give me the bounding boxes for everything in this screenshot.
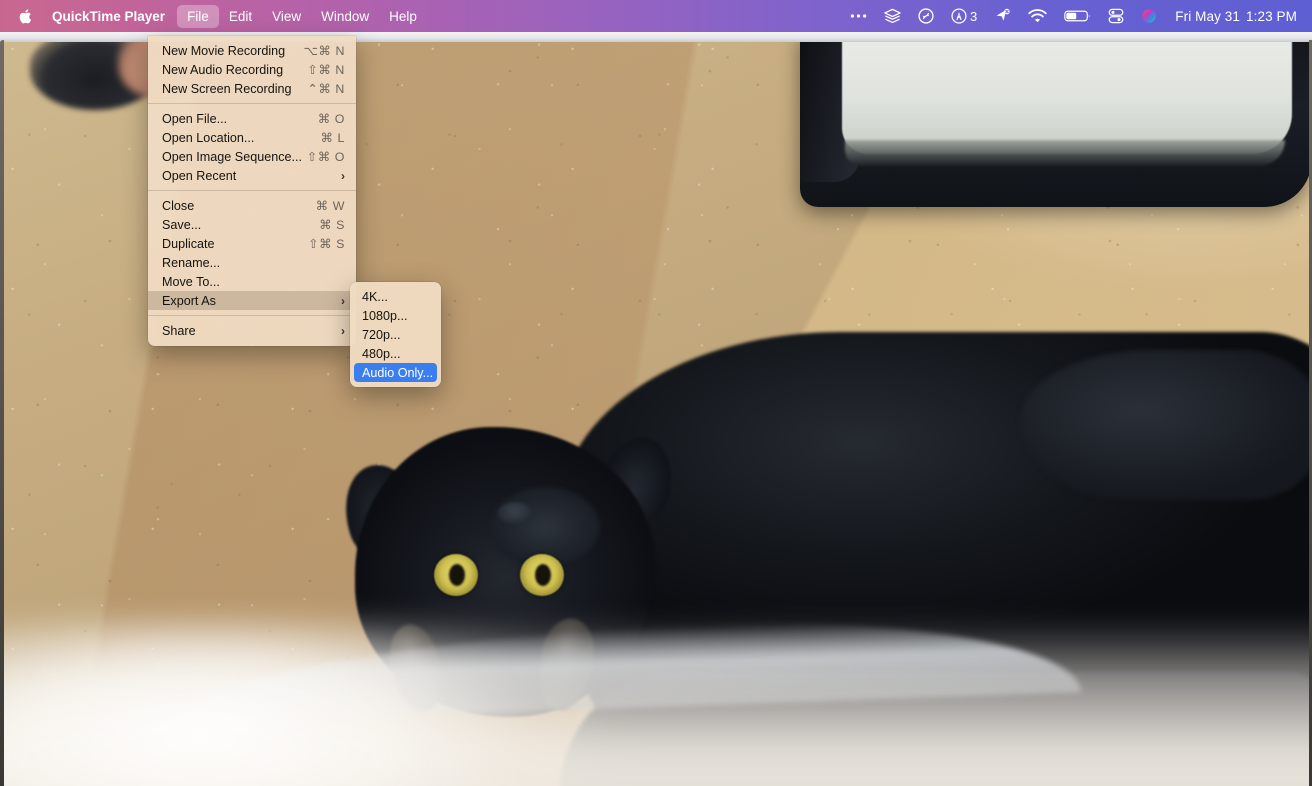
- shazam-icon: [918, 8, 934, 24]
- menu-item-shortcut: ⌥⌘ N: [303, 44, 345, 58]
- control-center-icon: [1108, 8, 1124, 24]
- location-arrow-slash-icon: [996, 8, 1010, 21]
- wifi-icon: [1028, 9, 1047, 23]
- screen: QuickTime Player File Edit View Window H…: [0, 0, 1312, 786]
- menu-item-label: Move To...: [162, 274, 220, 289]
- menu-item-label: Open Image Sequence...: [162, 149, 303, 164]
- submenu-item-label: 720p...: [362, 327, 401, 342]
- menu-item-label: Open Recent: [162, 168, 237, 183]
- menu-item-save[interactable]: Save... ⌘ S: [148, 215, 356, 234]
- menu-item-open-image-sequence[interactable]: Open Image Sequence... ⇧⌘ O: [148, 147, 356, 166]
- submenu-item-label: Audio Only...: [362, 365, 434, 380]
- menu-item-label: Duplicate: [162, 236, 215, 251]
- menu-item-label: New Audio Recording: [162, 62, 284, 77]
- menu-item-label: Rename...: [162, 255, 221, 270]
- menu-item-new-audio-recording[interactable]: New Audio Recording ⇧⌘ N: [148, 60, 356, 79]
- menu-item-label: Share: [162, 323, 196, 338]
- menu-item-label: Export As: [162, 293, 216, 308]
- menu-item-rename[interactable]: Rename...: [148, 253, 356, 272]
- accessibility-icon: [951, 8, 967, 24]
- accessibility-status-button[interactable]: 3: [944, 0, 984, 32]
- submenu-item-label: 4K...: [362, 289, 388, 304]
- menu-item-new-screen-recording[interactable]: New Screen Recording ⌃⌘ N: [148, 79, 356, 98]
- menu-item-shortcut: ⇧⌘ S: [308, 237, 345, 251]
- menu-item-export-as[interactable]: Export As ›: [148, 291, 356, 310]
- menu-item-open-recent[interactable]: Open Recent ›: [148, 166, 356, 185]
- crate-pad-edge: [845, 140, 1285, 166]
- battery-icon: [1064, 10, 1090, 22]
- crate-fleece-pad: [842, 32, 1292, 154]
- siri-icon: [1142, 9, 1157, 23]
- export-as-submenu: 4K... 1080p... 720p... 480p... Audio Onl…: [350, 282, 441, 387]
- window-border-left: [0, 40, 4, 786]
- menu-item-share[interactable]: Share ›: [148, 321, 356, 340]
- chevron-right-icon: ›: [341, 323, 345, 338]
- blurred-foreground-object: [0, 620, 1312, 786]
- submenu-item-720p[interactable]: 720p...: [350, 325, 441, 344]
- file-dropdown-menu: New Movie Recording ⌥⌘ N New Audio Recor…: [148, 36, 356, 346]
- menu-item-shortcut: ⌃⌘ N: [307, 82, 345, 96]
- chevron-right-icon: ›: [341, 293, 345, 308]
- accessibility-badge-count: 3: [970, 8, 978, 24]
- siri-status-button[interactable]: [1134, 0, 1164, 32]
- submenu-item-label: 1080p...: [362, 308, 408, 323]
- menu-bar-clock[interactable]: Fri May 31 1:23 PM: [1167, 9, 1301, 24]
- layers-stack-icon: [884, 8, 901, 24]
- menu-item-duplicate[interactable]: Duplicate ⇧⌘ S: [148, 234, 356, 253]
- cat-pupil-right: [535, 564, 551, 586]
- menu-title-view[interactable]: View: [262, 5, 311, 28]
- app-menu-quicktime-player[interactable]: QuickTime Player: [44, 5, 177, 28]
- menu-item-label: New Movie Recording: [162, 43, 286, 58]
- menu-separator: [148, 103, 356, 104]
- menu-item-move-to[interactable]: Move To...: [148, 272, 356, 291]
- menu-title-file[interactable]: File: [177, 4, 219, 28]
- menu-item-open-file[interactable]: Open File... ⌘ O: [148, 109, 356, 128]
- menu-item-label: Open Location...: [162, 130, 255, 145]
- stack-status-button[interactable]: [877, 0, 908, 32]
- menu-item-label: Open File...: [162, 111, 228, 126]
- submenu-item-480p[interactable]: 480p...: [350, 344, 441, 363]
- menu-item-label: Close: [162, 198, 195, 213]
- menu-item-new-movie-recording[interactable]: New Movie Recording ⌥⌘ N: [148, 41, 356, 60]
- menu-item-shortcut: ⌘ O: [317, 112, 345, 126]
- control-center-button[interactable]: [1101, 0, 1131, 32]
- submenu-item-1080p[interactable]: 1080p...: [350, 306, 441, 325]
- clock-date: Fri May 31: [1175, 8, 1241, 24]
- ellipsis-icon: [850, 14, 867, 18]
- submenu-item-label: 480p...: [362, 346, 401, 361]
- menu-title-window[interactable]: Window: [311, 5, 379, 28]
- menu-item-shortcut: ⌘ W: [315, 199, 345, 213]
- menu-bar-status-area: 3 Fri May 31 1:23 PM: [843, 0, 1312, 32]
- menu-bar-overflow-button[interactable]: [843, 0, 874, 32]
- battery-status-button[interactable]: [1057, 0, 1098, 32]
- chevron-right-icon: ›: [341, 168, 345, 183]
- menu-item-label: New Screen Recording: [162, 81, 292, 96]
- menu-title-help[interactable]: Help: [379, 5, 427, 28]
- apple-menu-button[interactable]: [6, 0, 44, 32]
- wifi-status-button[interactable]: [1021, 0, 1054, 32]
- menu-separator: [148, 315, 356, 316]
- menu-item-label: Save...: [162, 217, 202, 232]
- menu-item-shortcut: ⇧⌘ O: [306, 150, 345, 164]
- shazam-status-button[interactable]: [911, 0, 941, 32]
- menu-item-close[interactable]: Close ⌘ W: [148, 196, 356, 215]
- cat-nose: [498, 502, 532, 524]
- submenu-item-audio-only[interactable]: Audio Only...: [354, 363, 437, 382]
- menu-item-shortcut: ⌘ L: [320, 131, 345, 145]
- menu-item-open-location[interactable]: Open Location... ⌘ L: [148, 128, 356, 147]
- cat-haunch: [1020, 350, 1312, 500]
- apple-logo-icon: [19, 8, 31, 23]
- menu-item-shortcut: ⌘ S: [319, 218, 345, 232]
- menu-title-edit[interactable]: Edit: [219, 5, 262, 28]
- clock-time: 1:23 PM: [1246, 8, 1297, 24]
- menu-separator: [148, 190, 356, 191]
- submenu-item-4k[interactable]: 4K...: [350, 287, 441, 306]
- menu-bar: QuickTime Player File Edit View Window H…: [0, 0, 1312, 32]
- menu-item-shortcut: ⇧⌘ N: [307, 63, 345, 77]
- location-status-button[interactable]: [987, 0, 1018, 32]
- cat-pupil-left: [449, 564, 465, 586]
